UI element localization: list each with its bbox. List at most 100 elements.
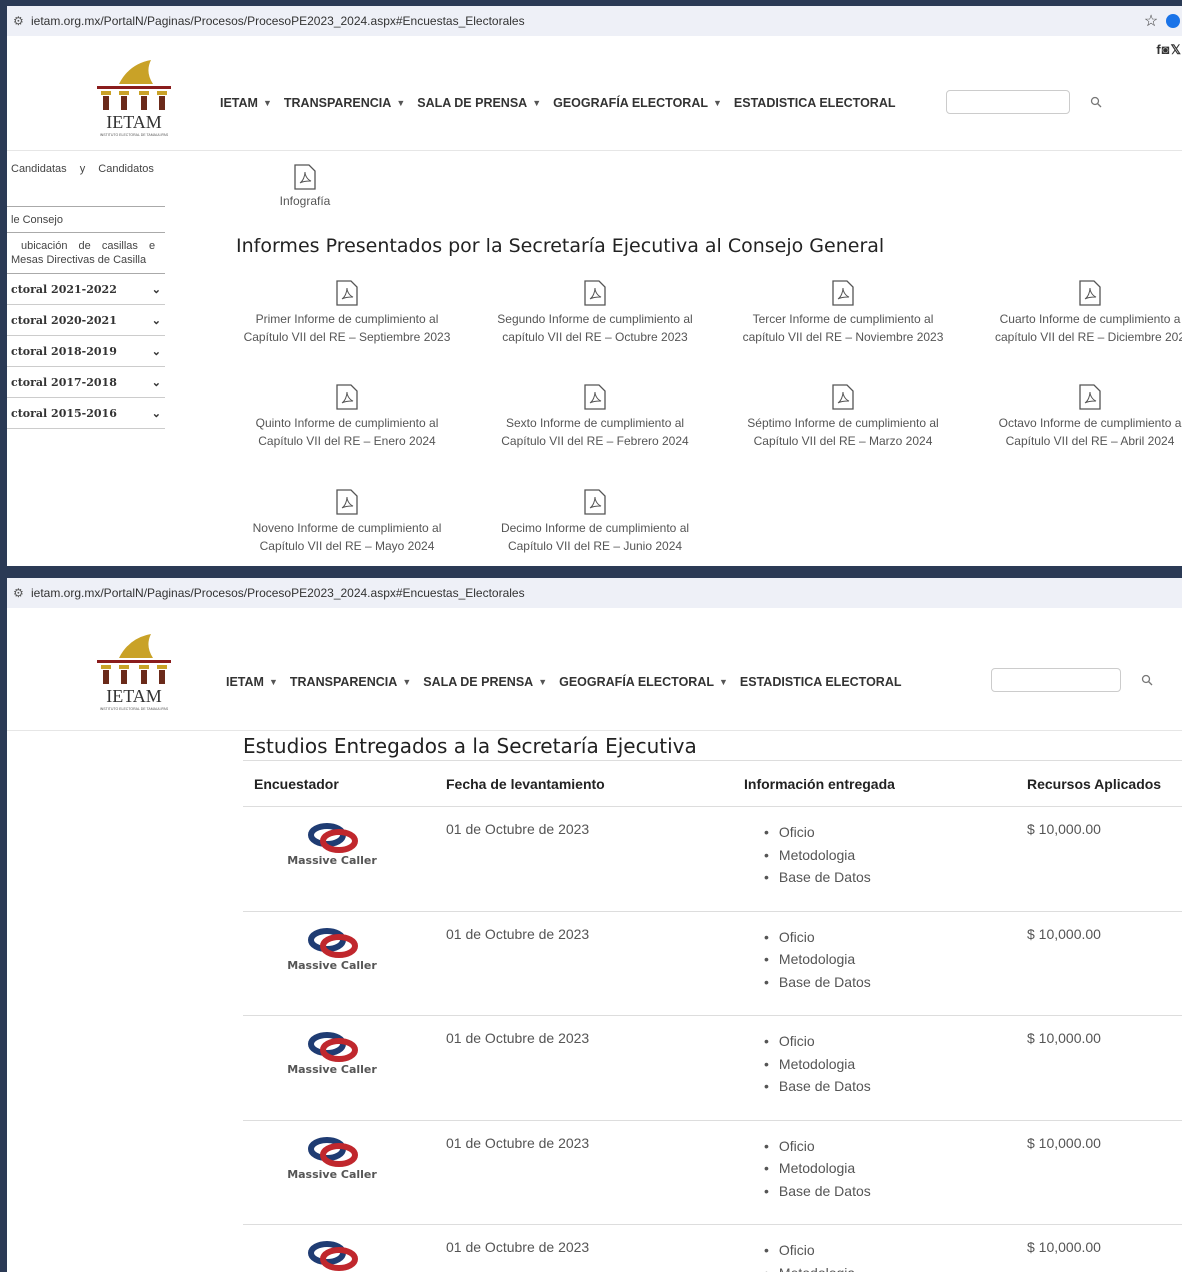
massive-caller-logo-text: Massive Caller <box>287 854 377 867</box>
report-link[interactable]: Primer Informe de cumplimiento al Capítul… <box>232 280 462 346</box>
search-input[interactable] <box>991 668 1121 692</box>
report-title-line1: Segundo Informe de cumplimiento al <box>497 312 693 326</box>
caret-down-icon: ▼ <box>532 98 542 108</box>
search-box <box>946 90 1102 114</box>
caret-down-icon: ▼ <box>268 677 278 687</box>
sidebar-process-2015-2016[interactable]: ctoral 2015-2016 ⌄ <box>7 398 165 429</box>
nav-ietam[interactable]: IETAM ▼ <box>226 675 278 689</box>
sidebar-link-candidatas[interactable]: Candidatas y Candidatos <box>7 156 165 206</box>
logo-text: IETAM <box>106 686 162 706</box>
sidebar-link-consejo[interactable]: le Consejo <box>7 207 165 232</box>
date-cell: 01 de Octubre de 2023 <box>435 1224 733 1272</box>
pdf-icon <box>832 384 854 410</box>
amount-cell: $ 10,000.00 <box>1016 1224 1182 1272</box>
info-item[interactable]: Metodologia <box>764 1262 1016 1272</box>
nav-estadistica-label: ESTADISTICA ELECTORAL <box>739 675 902 689</box>
address-bar[interactable]: ⚙ ietam.org.mx/PortalN/Paginas/Procesos/… <box>7 6 1182 36</box>
address-bar[interactable]: ⚙ ietam.org.mx/PortalN/Paginas/Procesos/… <box>7 578 1182 608</box>
massive-caller-logo: Massive Caller <box>283 1239 381 1272</box>
site-info-icon[interactable]: ⚙ <box>13 14 31 28</box>
report-link[interactable]: Quinto Informe de cumplimiento al Capítul… <box>232 384 462 450</box>
info-cell: OficioMetodologiaBase de Datos <box>733 1120 1016 1225</box>
pollster-cell: Massive Caller <box>243 806 435 912</box>
nav-estadistica-electoral[interactable]: ESTADISTICA ELECTORAL <box>740 675 902 689</box>
info-item[interactable]: Base de Datos <box>764 1180 1016 1203</box>
url-text[interactable]: ietam.org.mx/PortalN/Paginas/Procesos/Pr… <box>31 14 1136 28</box>
report-link[interactable]: Cuarto Informe de cumplimiento a capítulo… <box>975 280 1182 346</box>
nav-transparencia[interactable]: TRANSPARENCIA ▼ <box>284 96 405 110</box>
nav-geografia-electoral[interactable]: GEOGRAFÍA ELECTORAL ▼ <box>559 675 728 689</box>
report-link[interactable]: Sexto Informe de cumplimiento al Capítulo… <box>480 384 710 450</box>
infografia-link[interactable]: Infografía <box>275 164 335 208</box>
infografia-label: Infografía <box>279 194 331 208</box>
sidebar-process-2018-2019[interactable]: ctoral 2018-2019 ⌄ <box>7 336 165 367</box>
main-nav: IETAM ▼ TRANSPARENCIA ▼ SALA DE PRENSA ▼ GE… <box>220 96 908 110</box>
info-item[interactable]: Oficio <box>764 1239 1016 1262</box>
nav-transparencia[interactable]: TRANSPARENCIA ▼ <box>290 675 411 689</box>
table-row: Massive Caller01 de Octubre de 2023Ofici… <box>243 1015 1182 1121</box>
info-item[interactable]: Oficio <box>764 821 1016 844</box>
nav-estadistica-electoral[interactable]: ESTADISTICA ELECTORAL <box>734 96 896 110</box>
info-item[interactable]: Base de Datos <box>764 1075 1016 1098</box>
massive-caller-logo-text: Massive Caller <box>287 959 377 972</box>
pdf-icon <box>584 280 606 306</box>
nav-sala-de-prensa-label: SALA DE PRENSA <box>423 675 534 689</box>
sidebar-link-ubicacion[interactable]: ubicación de casillas e <box>7 233 165 253</box>
nav-ietam[interactable]: IETAM ▼ <box>220 96 272 110</box>
report-link[interactable]: Tercer Informe de cumplimiento al capítul… <box>728 280 958 346</box>
massive-caller-logo: Massive Caller <box>283 1030 381 1088</box>
nav-sala-de-prensa[interactable]: SALA DE PRENSA ▼ <box>417 96 541 110</box>
info-item[interactable]: Oficio <box>764 1030 1016 1053</box>
nav-geografia-electoral[interactable]: GEOGRAFÍA ELECTORAL ▼ <box>553 96 722 110</box>
pollster-cell: Massive Caller <box>243 1015 435 1121</box>
sidebar-link-mesas[interactable]: Mesas Directivas de Casilla <box>7 253 165 273</box>
pdf-icon <box>336 489 358 515</box>
info-item[interactable]: Base de Datos <box>764 866 1016 889</box>
bookmark-star-icon[interactable]: ☆ <box>1136 11 1166 31</box>
pollster-cell: Massive Caller <box>243 911 435 1016</box>
ietam-logo-graphic: IETAM INSTITUTO ELECTORAL DE TAMAULIPAS <box>97 634 171 711</box>
report-title-line1: Tercer Informe de cumplimiento al <box>752 312 934 326</box>
info-item[interactable]: Oficio <box>764 926 1016 949</box>
info-item[interactable]: Metodologia <box>764 1053 1016 1076</box>
report-link[interactable]: Segundo Informe de cumplimiento al capítu… <box>480 280 710 346</box>
sidebar-process-label: ctoral 2020-2021 <box>11 313 117 327</box>
info-list: OficioMetodologiaBase de Datos <box>744 1135 1016 1203</box>
report-link[interactable]: Noveno Informe de cumplimiento al Capítul… <box>232 489 462 555</box>
info-item[interactable]: Base de Datos <box>764 971 1016 994</box>
col-fecha: Fecha de levantamiento <box>435 760 733 807</box>
info-list: OficioMetodologiaBase de Datos <box>744 926 1016 994</box>
main-nav: IETAM ▼ TRANSPARENCIA ▼ SALA DE PRENSA ▼ GE… <box>226 675 914 689</box>
logo-subtext: INSTITUTO ELECTORAL DE TAMAULIPAS <box>100 707 169 711</box>
logo-text: IETAM <box>106 112 162 132</box>
massive-caller-logo-text: Massive Caller <box>287 1063 377 1076</box>
nav-sala-de-prensa-label: SALA DE PRENSA <box>417 96 528 110</box>
report-title-line1: Octavo Informe de cumplimiento a <box>998 416 1182 430</box>
caret-down-icon: ▼ <box>538 677 548 687</box>
search-input[interactable] <box>946 90 1070 114</box>
info-item[interactable]: Metodologia <box>764 1157 1016 1180</box>
search-icon[interactable] <box>1141 674 1153 686</box>
sidebar-process-2021-2022[interactable]: ctoral 2021-2022 ⌄ <box>7 274 165 305</box>
report-title-line2: Capítulo VII del RE – Junio 2024 <box>507 539 683 553</box>
report-title-line1: Noveno Informe de cumplimiento al <box>252 521 442 535</box>
sidebar-process-2017-2018[interactable]: ctoral 2017-2018 ⌄ <box>7 367 165 398</box>
date-cell: 01 de Octubre de 2023 <box>435 1120 733 1225</box>
screenshot-top: ⚙ ietam.org.mx/PortalN/Paginas/Procesos/… <box>7 6 1182 566</box>
search-icon[interactable] <box>1090 96 1102 108</box>
site-info-icon[interactable]: ⚙ <box>13 586 31 600</box>
info-item[interactable]: Metodologia <box>764 844 1016 867</box>
ietam-logo[interactable]: IETAM INSTITUTO ELECTORAL DE TAMAULIPAS <box>89 630 179 712</box>
col-encuestador: Encuestador <box>243 760 435 807</box>
profile-avatar[interactable] <box>1166 14 1180 28</box>
ietam-logo[interactable]: IETAM INSTITUTO ELECTORAL DE TAMAULIPAS <box>89 56 179 138</box>
report-link[interactable]: Octavo Informe de cumplimiento a Capítulo… <box>975 384 1182 450</box>
social-icons[interactable]: f◙𝕏 <box>1156 42 1182 58</box>
url-text[interactable]: ietam.org.mx/PortalN/Paginas/Procesos/Pr… <box>31 586 1182 600</box>
report-link[interactable]: Decimo Informe de cumplimiento al Capítul… <box>480 489 710 555</box>
info-item[interactable]: Oficio <box>764 1135 1016 1158</box>
sidebar-process-2020-2021[interactable]: ctoral 2020-2021 ⌄ <box>7 305 165 336</box>
info-item[interactable]: Metodologia <box>764 948 1016 971</box>
report-link[interactable]: Séptimo Informe de cumplimiento al Capítu… <box>728 384 958 450</box>
nav-sala-de-prensa[interactable]: SALA DE PRENSA ▼ <box>423 675 547 689</box>
